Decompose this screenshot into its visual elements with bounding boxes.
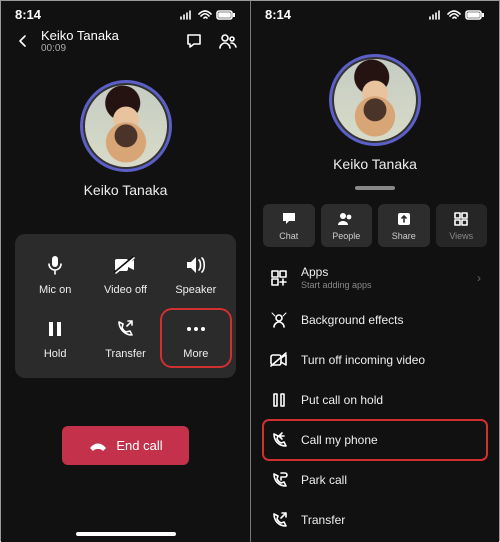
menu-hold[interactable]: Put call on hold <box>263 380 487 420</box>
menu-call-my-phone[interactable]: Call my phone <box>263 420 487 460</box>
battery-icon <box>216 10 236 20</box>
hold-label: Hold <box>44 348 67 360</box>
wifi-icon <box>198 10 212 20</box>
battery-icon <box>465 10 485 20</box>
menu-apps-sub: Start adding apps <box>301 280 465 290</box>
menu-park-call[interactable]: Park call <box>263 460 487 500</box>
back-button[interactable] <box>13 31 33 51</box>
hold-button[interactable]: Hold <box>23 312 87 364</box>
transfer-button[interactable]: Transfer <box>93 312 157 364</box>
clock: 8:14 <box>15 7 41 22</box>
chat-label: Chat <box>279 231 298 241</box>
menu-transfer[interactable]: Transfer <box>263 500 487 540</box>
transfer-label: Transfer <box>105 348 146 360</box>
mic-button[interactable]: Mic on <box>23 248 87 300</box>
views-tile[interactable]: Views <box>436 204 488 247</box>
mic-label: Mic on <box>39 284 71 296</box>
people-icon[interactable] <box>218 31 238 51</box>
signal-icon <box>429 10 443 20</box>
quick-actions: Chat People Share Views <box>251 204 499 247</box>
control-panel: Mic on Video off Speaker Hold Transfer M… <box>15 234 236 378</box>
status-icons <box>429 10 485 20</box>
share-label: Share <box>392 231 416 241</box>
avatar-block: Keiko Tanaka <box>1 62 250 198</box>
avatar <box>85 85 167 167</box>
clock: 8:14 <box>265 7 291 22</box>
chat-tile[interactable]: Chat <box>263 204 315 247</box>
end-call-label: End call <box>116 438 162 453</box>
menu-call-my-phone-label: Call my phone <box>301 433 481 447</box>
avatar-ring <box>329 54 421 146</box>
call-duration: 00:09 <box>41 43 176 54</box>
menu-off-video-label: Turn off incoming video <box>301 353 481 367</box>
chat-icon[interactable] <box>184 31 204 51</box>
status-icons <box>180 10 236 20</box>
signal-icon <box>180 10 194 20</box>
avatar <box>334 59 416 141</box>
menu-turn-off-video[interactable]: Turn off incoming video <box>263 340 487 380</box>
menu-apps[interactable]: Apps Start adding apps › <box>263 255 487 300</box>
speaker-button[interactable]: Speaker <box>164 248 228 300</box>
more-label: More <box>183 348 208 360</box>
menu-park-label: Park call <box>301 473 481 487</box>
avatar-block: Keiko Tanaka <box>251 24 499 172</box>
menu-bg-label: Background effects <box>301 313 481 327</box>
call-header: Keiko Tanaka 00:09 <box>1 24 250 62</box>
menu-background-effects[interactable]: Background effects <box>263 300 487 340</box>
wifi-icon <box>447 10 461 20</box>
menu-transfer-label: Transfer <box>301 513 481 527</box>
status-bar: 8:14 <box>1 1 250 24</box>
video-label: Video off <box>104 284 147 296</box>
speaker-label: Speaker <box>175 284 216 296</box>
more-menu-screen: 8:14 Keiko Tanaka Chat People Share View… <box>250 1 499 542</box>
avatar-ring <box>80 80 172 172</box>
more-button[interactable]: More <box>164 312 228 364</box>
home-indicator[interactable] <box>76 532 176 536</box>
more-menu: Apps Start adding apps › Background effe… <box>251 255 499 540</box>
call-screen: 8:14 Keiko Tanaka 00:09 Keiko Tanaka Mic… <box>1 1 250 542</box>
views-label: Views <box>449 231 473 241</box>
sheet-handle[interactable] <box>355 186 395 190</box>
end-call-button[interactable]: End call <box>62 426 188 465</box>
avatar-name: Keiko Tanaka <box>333 156 417 172</box>
callee-name: Keiko Tanaka <box>41 28 176 43</box>
chevron-right-icon: › <box>477 271 481 285</box>
status-bar: 8:14 <box>251 1 499 24</box>
video-button[interactable]: Video off <box>93 248 157 300</box>
avatar-name: Keiko Tanaka <box>84 182 168 198</box>
share-tile[interactable]: Share <box>378 204 430 247</box>
menu-hold-label: Put call on hold <box>301 393 481 407</box>
menu-apps-label: Apps <box>301 265 328 279</box>
people-tile[interactable]: People <box>321 204 373 247</box>
people-label: People <box>332 231 360 241</box>
